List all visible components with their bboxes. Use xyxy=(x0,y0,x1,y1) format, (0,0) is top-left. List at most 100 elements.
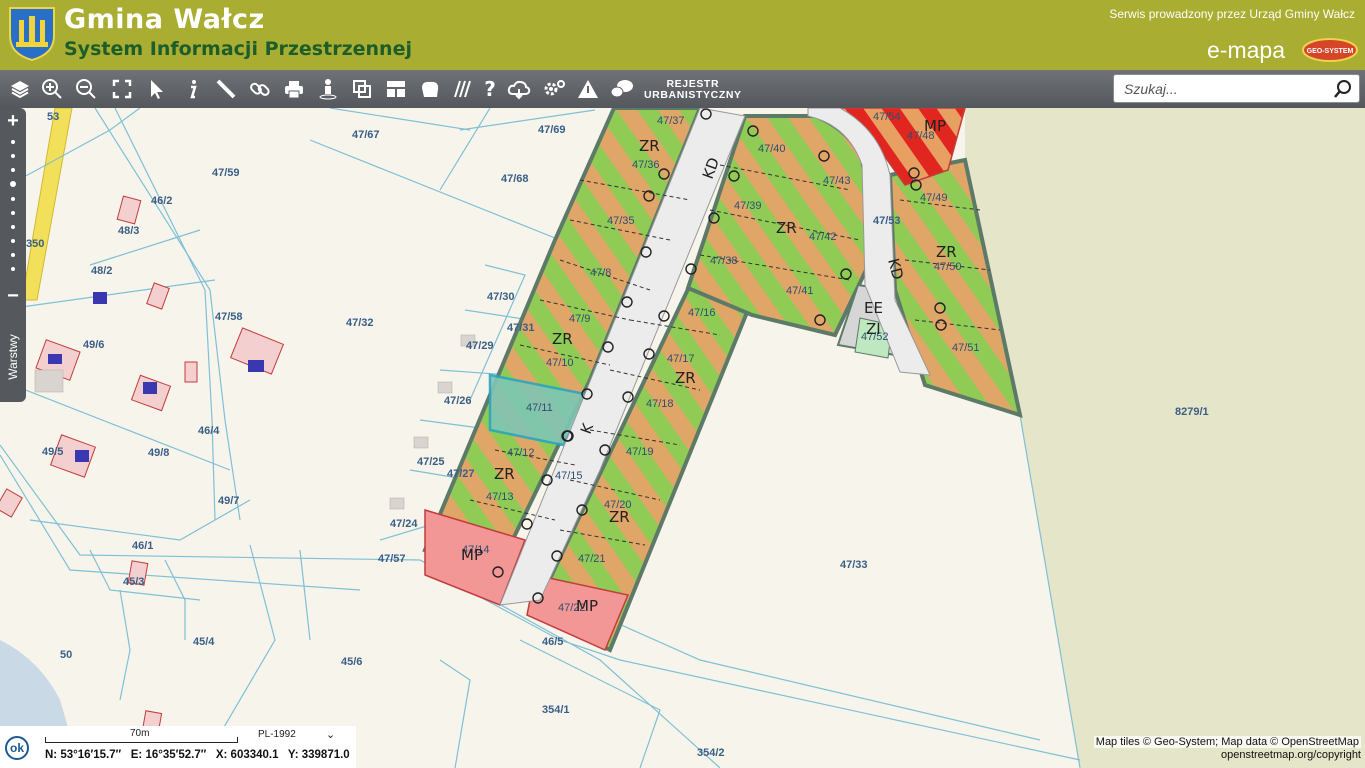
parcel-label: 47/67 xyxy=(352,129,380,141)
plot-label: 47/41 xyxy=(786,285,814,297)
zone-label-zr: ZR xyxy=(675,369,696,387)
map-canvas[interactable]: 53 47/67 47/69 47/59 47/68 46/2 48/3 350… xyxy=(0,108,1365,768)
plot-label: 47/51 xyxy=(952,342,980,354)
plot-label: 47/9 xyxy=(569,313,590,325)
parcel-label: 46/4 xyxy=(198,425,220,437)
chevron-down-icon[interactable]: ⌄ xyxy=(326,728,335,741)
layers-icon[interactable] xyxy=(6,75,34,103)
parcel-label: 46/2 xyxy=(151,195,172,207)
parcel-label: 47/58 xyxy=(215,311,243,323)
crs-select-value[interactable]: PL-1992 xyxy=(258,729,296,740)
zone-label-zr: ZR xyxy=(936,243,957,261)
help-icon[interactable]: ? xyxy=(476,75,504,103)
service-provider-text: Serwis prowadzony przez Urząd Gminy Wałc… xyxy=(1109,7,1355,21)
cloud-icon[interactable] xyxy=(505,75,533,103)
info-icon[interactable] xyxy=(178,75,206,103)
parcel-label: 46/5 xyxy=(542,636,563,648)
search-input[interactable] xyxy=(1114,75,1334,102)
layout-icon[interactable] xyxy=(382,75,410,103)
settings-icon[interactable] xyxy=(540,75,568,103)
parcel-label: 49/8 xyxy=(148,447,169,459)
search-box xyxy=(1113,74,1360,103)
app-header: Gmina Wałcz System Informacji Przestrzen… xyxy=(0,0,1365,71)
zone-label-zr: ZR xyxy=(639,137,660,155)
plot-label: 47/40 xyxy=(758,143,786,155)
search-icon[interactable] xyxy=(1333,79,1353,99)
map-attribution: Map tiles © Geo-System; Map data © OpenS… xyxy=(1093,736,1361,748)
link-icon[interactable] xyxy=(246,75,274,103)
zone-label-zr: ZR xyxy=(776,219,797,237)
zoom-level-dot[interactable] xyxy=(11,267,15,271)
parcel-label: 47/27 xyxy=(447,468,475,480)
registry-label-line2: URBANISTYCZNY xyxy=(644,89,742,101)
parcel-label: 49/6 xyxy=(83,339,104,351)
compare-icon[interactable] xyxy=(348,75,376,103)
parcel-label: 46/1 xyxy=(132,540,153,552)
parcel-label: 48/2 xyxy=(91,265,112,277)
full-extent-icon[interactable] xyxy=(108,75,136,103)
warning-icon[interactable] xyxy=(574,75,602,103)
zoom-level-dot[interactable] xyxy=(11,225,15,229)
status-bar: ok 70m PL-1992 ⌄ N: 53°16′15.7″ E: 16°35… xyxy=(0,726,356,768)
osm-copyright-link[interactable]: openstreetmap.org/copyright xyxy=(1221,749,1361,761)
plot-label: 47/42 xyxy=(809,231,837,243)
plot-label: 47/21 xyxy=(578,553,606,565)
parcel-label: 47/24 xyxy=(390,518,418,530)
zone-label-mp: MP xyxy=(461,546,483,564)
ok-button[interactable]: ok xyxy=(5,736,29,760)
parcel-label: 47/69 xyxy=(538,124,566,136)
urban-registry-button[interactable]: REJESTR URBANISTYCZNY xyxy=(644,79,742,101)
zoom-control: + − Warstwy xyxy=(0,108,26,402)
parcel-label: 354/2 xyxy=(697,747,725,759)
parcel-label: 47/33 xyxy=(840,559,868,571)
zoom-level-dot[interactable] xyxy=(11,168,15,172)
parcel-label: 47/26 xyxy=(444,395,472,407)
cursor-coordinates: N: 53°16′15.7″ E: 16°35′52.7″ X: 603340.… xyxy=(45,749,350,761)
parcel-label: 45/4 xyxy=(193,636,215,648)
zoom-level-dot[interactable] xyxy=(11,239,15,243)
layers-tab[interactable]: Warstwy xyxy=(3,326,23,398)
parcel-label: 50 xyxy=(60,649,72,661)
zoom-in-tool-icon[interactable] xyxy=(38,75,66,103)
parcel-label: 354/1 xyxy=(542,704,570,716)
plot-label: 47/18 xyxy=(646,398,674,410)
hatch-icon[interactable] xyxy=(448,75,476,103)
plot-label: 47/43 xyxy=(823,175,851,187)
parcel-label: 47/29 xyxy=(466,340,494,352)
street-view-icon[interactable] xyxy=(314,75,342,103)
plot-label: 47/15 xyxy=(555,470,583,482)
shape-icon[interactable] xyxy=(416,75,444,103)
plot-label: 47/36 xyxy=(632,159,660,171)
parcel-label: 47/30 xyxy=(487,291,515,303)
plot-label: 47/16 xyxy=(688,307,716,319)
plot-label: 47/38 xyxy=(710,255,738,267)
print-icon[interactable] xyxy=(280,75,308,103)
emapa-brand: e-mapa xyxy=(1207,37,1285,63)
zoom-level-dot[interactable] xyxy=(11,140,15,144)
parcel-label: 48/3 xyxy=(118,225,139,237)
gmina-crest-logo xyxy=(9,7,55,62)
zoom-level-current[interactable] xyxy=(10,181,16,187)
plot-label: 47/35 xyxy=(607,215,635,227)
parcel-label: 45/6 xyxy=(341,656,362,668)
zoom-out-button[interactable]: − xyxy=(4,286,22,306)
svg-text:GEO-SYSTEM: GEO-SYSTEM xyxy=(1307,48,1354,55)
parcel-label: 47/57 xyxy=(378,553,406,565)
geosystem-logo: GEO-SYSTEM xyxy=(1302,38,1358,62)
zoom-out-tool-icon[interactable] xyxy=(72,75,100,103)
zoom-level-dot[interactable] xyxy=(11,253,15,257)
comments-icon[interactable] xyxy=(608,75,636,103)
select-arrow-icon[interactable] xyxy=(143,75,171,103)
zoom-level-dot[interactable] xyxy=(11,211,15,215)
zoom-level-dot[interactable] xyxy=(11,154,15,158)
zoom-in-button[interactable]: + xyxy=(4,111,22,131)
parcel-label: 47/53 xyxy=(873,215,901,227)
svg-text:?: ? xyxy=(484,78,496,100)
app-title: Gmina Wałcz xyxy=(64,4,265,35)
parcel-label: 8279/1 xyxy=(1175,406,1209,418)
plot-label: 47/19 xyxy=(626,446,654,458)
measure-icon[interactable] xyxy=(212,75,240,103)
parcel-label: 47/59 xyxy=(212,167,240,179)
parcel-label: 49/5 xyxy=(42,446,63,458)
zoom-level-dot[interactable] xyxy=(11,197,15,201)
